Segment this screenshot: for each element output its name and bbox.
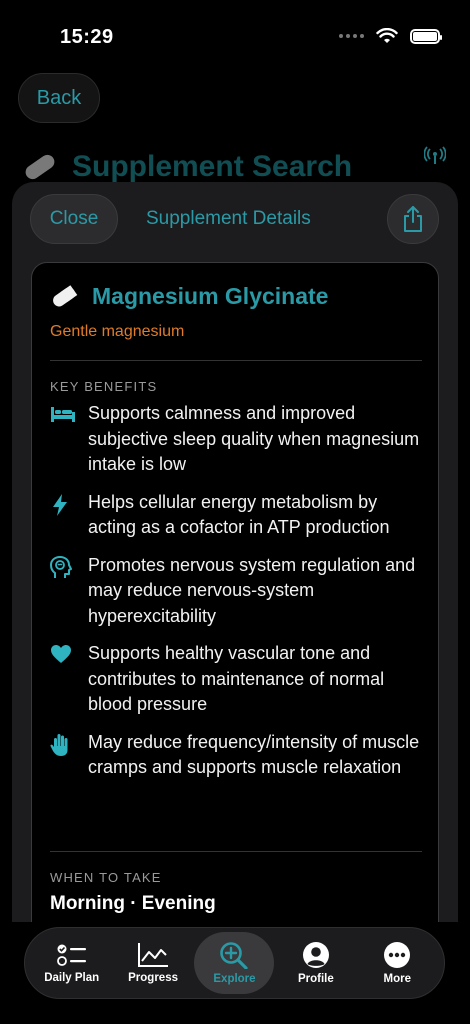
pill-icon	[53, 284, 78, 306]
wifi-icon	[376, 28, 398, 43]
benefit-text: May reduce frequency/intensity of muscle…	[88, 731, 420, 778]
benefit-text: Promotes nervous system regulation and m…	[88, 554, 416, 626]
tab-label: More	[383, 973, 411, 985]
tab-more[interactable]: More	[357, 932, 437, 994]
key-benefits-label: KEY BENEFITS	[50, 379, 158, 394]
sheet-header: Close Supplement Details	[12, 182, 458, 258]
tab-label: Explore	[213, 973, 256, 985]
chart-icon	[138, 943, 169, 967]
brain-head-icon	[50, 555, 72, 578]
supplement-card: Magnesium Glycinate Gentle magnesium KEY…	[31, 262, 439, 922]
sheet-title: Supplement Details	[146, 208, 311, 229]
benefit-text: Supports calmness and improved subjectiv…	[88, 403, 420, 474]
supplement-header: Magnesium Glycinate	[50, 283, 328, 310]
tab-bar: Daily Plan Progress Explore Profile More	[24, 927, 445, 999]
tab-label: Profile	[297, 973, 334, 985]
list-item: Promotes nervous system regulation and m…	[50, 553, 422, 630]
ellipsis-circle-icon	[384, 942, 411, 968]
supplement-subtitle: Gentle magnesium	[50, 323, 185, 340]
status-icons	[339, 28, 442, 44]
benefit-text: Supports healthy vascular tone and contr…	[88, 643, 385, 714]
status-bar: 15:29	[0, 0, 470, 70]
benefits-list: Supports calmness and improved subjectiv…	[50, 401, 422, 793]
background-title-row: Supplement Search	[20, 150, 352, 184]
supplement-name: Magnesium Glycinate	[92, 283, 329, 309]
background-title: Supplement Search	[72, 150, 353, 183]
share-button[interactable]	[387, 194, 439, 244]
close-button[interactable]: Close	[30, 194, 118, 244]
bed-icon	[51, 407, 75, 422]
tab-label: Daily Plan	[44, 972, 100, 984]
list-item: Helps cellular energy metabolism by acti…	[50, 490, 422, 541]
tab-explore[interactable]: Explore	[194, 932, 275, 994]
cellular-icon	[339, 34, 364, 38]
share-icon	[404, 206, 422, 232]
list-item: Supports healthy vascular tone and contr…	[50, 641, 422, 718]
checklist-icon	[56, 944, 86, 966]
heart-icon	[51, 645, 71, 663]
broadcast-icon	[424, 146, 446, 164]
benefit-text: Helps cellular energy metabolism by acti…	[88, 491, 390, 538]
pill-icon	[25, 154, 55, 180]
supplement-details-sheet: Close Supplement Details Magnesium Glyci…	[12, 182, 458, 922]
divider	[50, 360, 422, 361]
tab-progress[interactable]: Progress	[113, 932, 193, 994]
bolt-icon	[53, 493, 67, 516]
magnifier-plus-icon	[220, 942, 249, 969]
tab-profile[interactable]: Profile	[276, 932, 356, 994]
battery-icon	[410, 28, 442, 44]
tab-daily-plan[interactable]: Daily Plan	[32, 932, 112, 994]
list-item: Supports calmness and improved subjectiv…	[50, 401, 422, 478]
hand-icon	[50, 733, 68, 756]
tab-label: Progress	[128, 972, 178, 984]
when-to-take-label: WHEN TO TAKE	[50, 870, 162, 885]
back-button[interactable]: Back	[18, 73, 100, 123]
person-circle-icon	[302, 942, 329, 968]
divider	[50, 851, 422, 852]
list-item: May reduce frequency/intensity of muscle…	[50, 730, 422, 781]
status-time: 15:29	[60, 26, 114, 48]
when-to-take-value: Morning · Evening	[50, 893, 216, 914]
